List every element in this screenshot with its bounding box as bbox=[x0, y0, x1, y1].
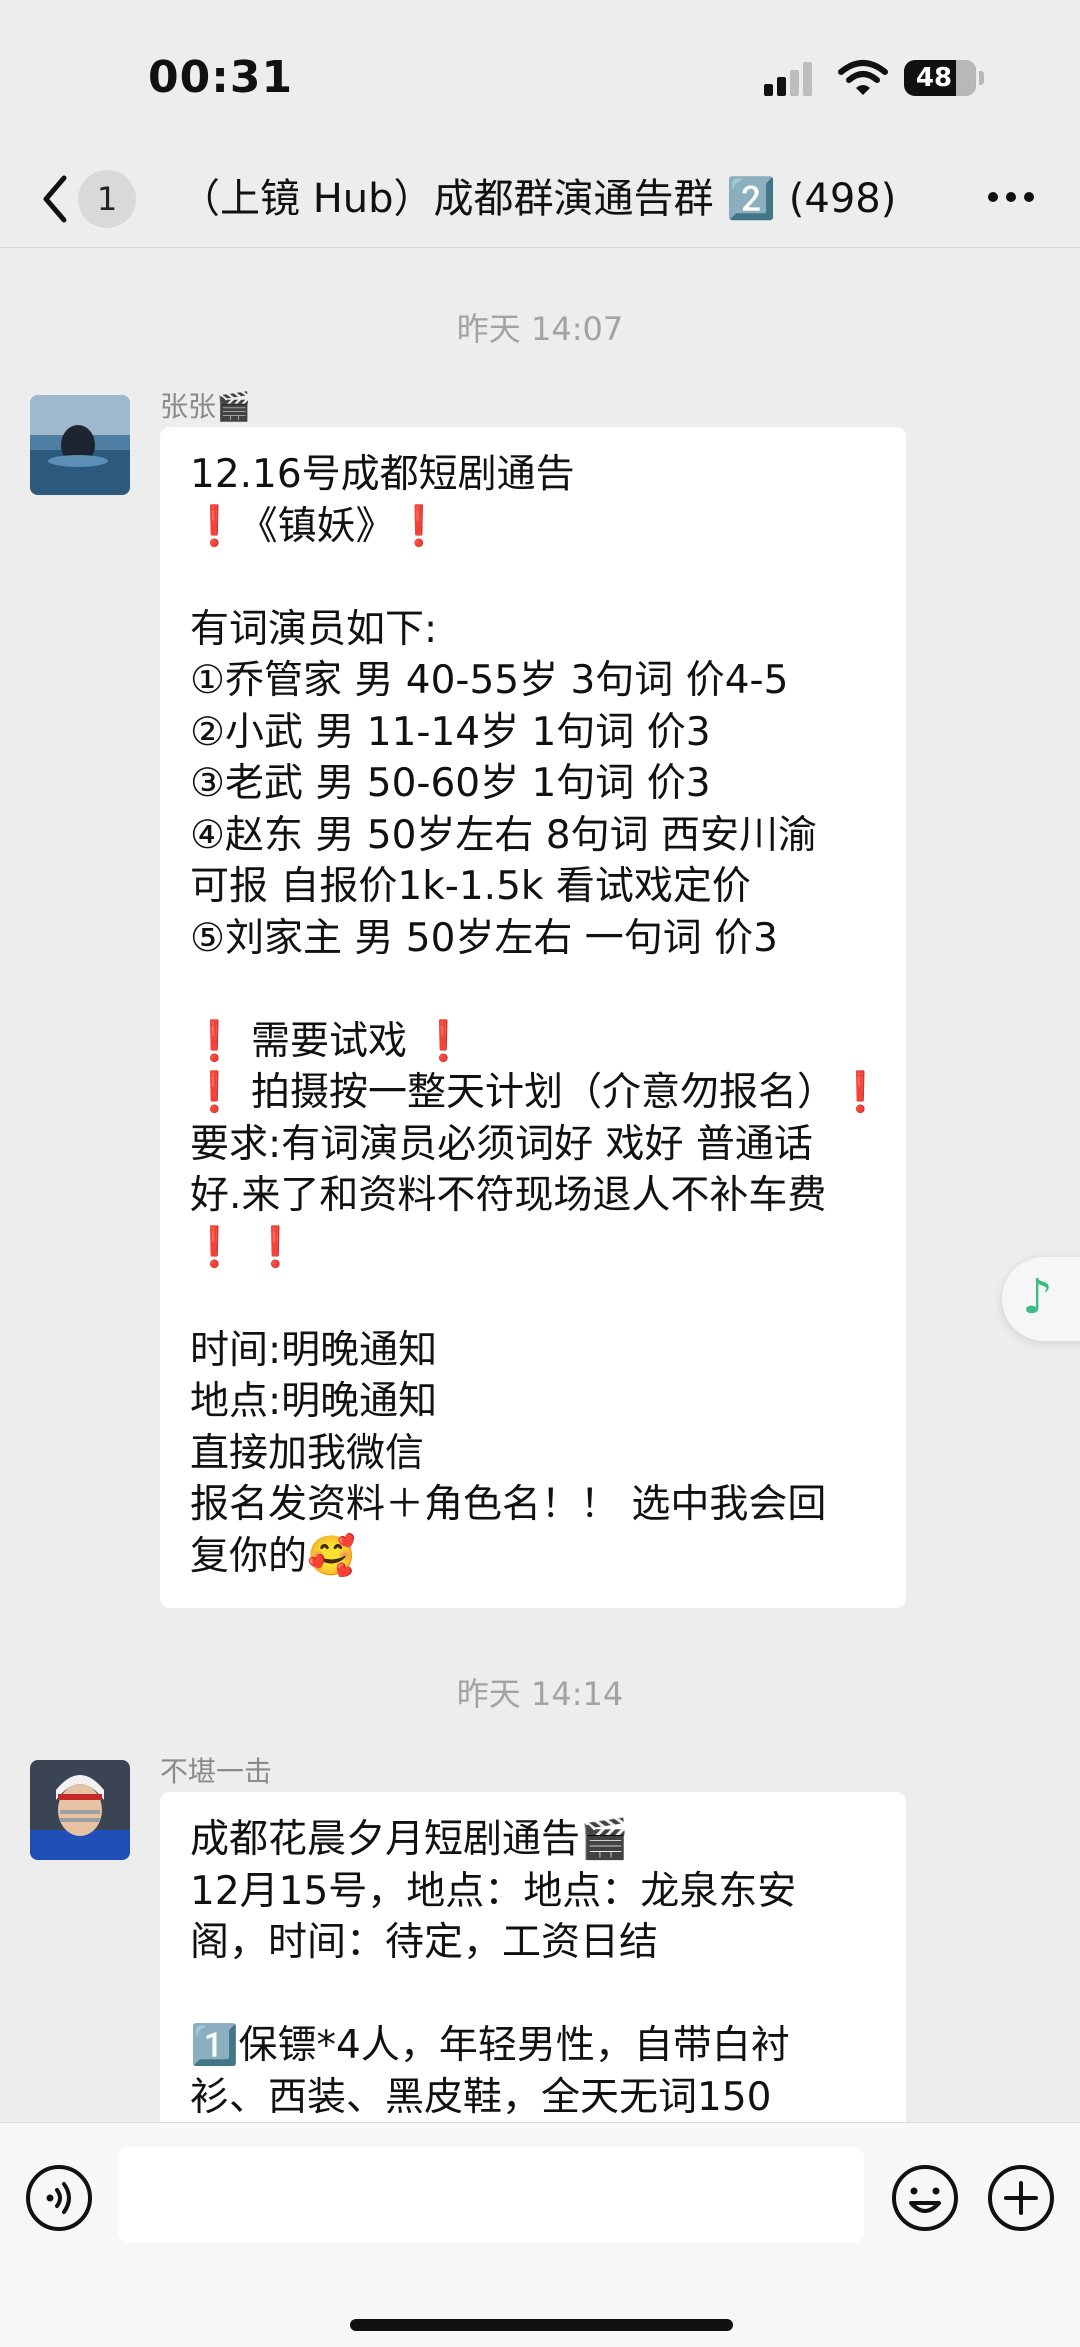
message-line: ❗《镇妖》❗ bbox=[190, 503, 444, 549]
message-line: 直接加我微信 bbox=[190, 1430, 425, 1476]
plus-icon[interactable] bbox=[986, 2163, 1056, 2233]
message-bubble[interactable]: 12.16号成都短剧通告 ❗《镇妖》❗ 有词演员如下: ①乔管家 男 40-55… bbox=[160, 427, 906, 1608]
message-line: ❗ 需要试戏 ❗ bbox=[190, 1018, 468, 1064]
input-bar bbox=[0, 2122, 1080, 2347]
status-time: 00:31 bbox=[148, 52, 294, 103]
message-input[interactable] bbox=[118, 2147, 864, 2243]
exclamation-mark-icon: ❗ bbox=[419, 1018, 468, 1064]
battery-nub bbox=[979, 71, 984, 85]
exclamation-mark-icon: ❗ bbox=[190, 503, 239, 549]
message-list[interactable]: 昨天 14:07 张张🎬 12.16号成都短剧通告 ❗《镇妖》❗ 有词演员如下:… bbox=[0, 249, 1080, 2122]
message-line bbox=[190, 1273, 876, 1325]
chevron-left-icon[interactable] bbox=[36, 168, 72, 230]
music-float-button[interactable]: ♪ bbox=[1002, 1257, 1080, 1341]
message-line bbox=[190, 1969, 876, 2021]
message-line: ⑤刘家主 男 50岁左右 一句词 价3 bbox=[190, 915, 778, 961]
avatar[interactable] bbox=[30, 395, 130, 495]
sender-name: 张张🎬 bbox=[160, 390, 251, 423]
message-line: 复你的🥰 bbox=[190, 1533, 356, 1579]
message-line: 阁，时间：待定，工资日结 bbox=[190, 1920, 659, 1965]
battery-level: 48 bbox=[915, 63, 953, 93]
message-line: 好.来了和资料不符现场退人不补车费 bbox=[190, 1173, 827, 1218]
message-line: 12.16号成都短剧通告 bbox=[190, 452, 575, 497]
status-bar: 00:31 48 bbox=[0, 0, 1080, 150]
chat-title: （上镜 Hub）成都群演通告群 2️⃣ (498) bbox=[180, 176, 897, 222]
message-line bbox=[190, 964, 876, 1016]
message-line: ③老武 男 50-60岁 1句词 价3 bbox=[190, 761, 711, 806]
message-line: 地点:明晚通知 bbox=[190, 1379, 438, 1424]
message-line: 成都花晨夕月短剧通告🎬 bbox=[190, 1817, 629, 1862]
timestamp-separator: 昨天 14:07 bbox=[456, 310, 624, 348]
message-line: 要求:有词演员必须词好 戏好 普通话 bbox=[190, 1121, 813, 1167]
avatar-image bbox=[30, 395, 130, 495]
avatar[interactable] bbox=[30, 1760, 130, 1860]
wifi-icon bbox=[838, 60, 888, 95]
message-line: 1️⃣保镖*4人，年轻男性，自带白衬 bbox=[190, 2023, 790, 2068]
exclamation-mark-icon: ❗ bbox=[394, 503, 444, 549]
message-bubble[interactable]: 成都花晨夕月短剧通告🎬 12月15号，地点：地点：龙泉东安 阁，时间：待定，工资… bbox=[160, 1792, 906, 2122]
message-line: 有词演员如下: bbox=[190, 606, 438, 652]
exclamation-mark-icon: ❗ bbox=[835, 1070, 885, 1115]
more-dots-icon[interactable] bbox=[986, 190, 1036, 204]
exclamation-mark-icon: ❗ bbox=[190, 1224, 239, 1270]
timestamp-separator: 昨天 14:14 bbox=[456, 1675, 624, 1713]
message-line: ④赵东 男 50岁左右 8句词 西安川渝 bbox=[190, 812, 817, 858]
chat-header: 1 （上镜 Hub）成都群演通告群 2️⃣ (498) bbox=[0, 150, 1080, 248]
exclamation-mark-icon: ❗ bbox=[190, 1018, 239, 1064]
message-line: 衫、西装、黑皮鞋，全天无词150 bbox=[190, 2074, 772, 2120]
exclamation-mark-icon: ❗ bbox=[190, 1070, 239, 1115]
battery-icon: 48 bbox=[904, 60, 976, 96]
message-line: ①乔管家 男 40-55岁 3句词 价4-5 bbox=[190, 658, 789, 703]
message-line: 时间:明晚通知 bbox=[190, 1327, 438, 1373]
sender-name: 不堪一击 bbox=[160, 1755, 273, 1788]
avatar-image bbox=[30, 1760, 130, 1860]
message-line: 12月15号，地点：地点：龙泉东安 bbox=[190, 1868, 797, 1914]
exclamation-mark-icon: ❗ bbox=[250, 1224, 300, 1270]
message-line bbox=[190, 552, 876, 604]
message-line: 可报 自报价1k-1.5k 看试戏定价 bbox=[190, 864, 751, 909]
home-indicator bbox=[350, 2319, 733, 2331]
signal-icon bbox=[764, 62, 812, 96]
voice-icon[interactable] bbox=[24, 2163, 94, 2233]
emoji-icon[interactable] bbox=[890, 2163, 960, 2233]
message-line: ❗ ❗ bbox=[190, 1222, 876, 1274]
unread-badge[interactable]: 1 bbox=[78, 170, 136, 228]
message-line: ②小武 男 11-14岁 1句词 价3 bbox=[190, 709, 711, 755]
message-line: 报名发资料＋角色名！！ 选中我会回 bbox=[190, 1482, 827, 1527]
music-note-icon: ♪ bbox=[1022, 1269, 1053, 1325]
message-line: ❗ 拍摄按一整天计划（介意勿报名）❗ bbox=[190, 1070, 885, 1115]
